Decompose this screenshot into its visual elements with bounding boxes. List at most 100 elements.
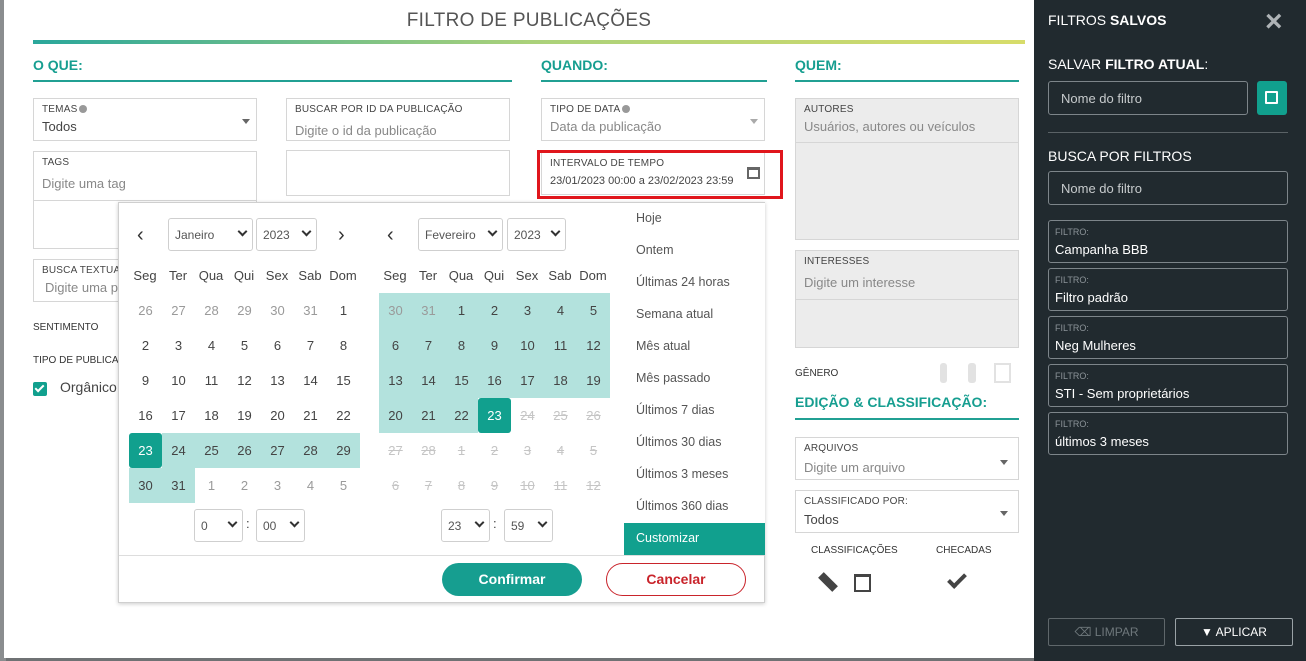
range-option[interactable]: Últimos 7 dias — [624, 395, 765, 427]
day-cell[interactable]: 1 — [445, 293, 478, 328]
prev-month-icon-right[interactable]: ‹ — [387, 225, 394, 245]
day-cell[interactable]: 22 — [445, 398, 478, 433]
day-cell[interactable]: 19 — [228, 398, 261, 433]
day-cell[interactable]: 23 — [129, 433, 162, 468]
day-cell[interactable]: 29 — [228, 293, 261, 328]
day-cell[interactable]: 16 — [478, 363, 511, 398]
day-cell[interactable]: 25 — [544, 398, 577, 433]
organico-checkbox[interactable] — [33, 382, 47, 396]
day-cell[interactable]: 8 — [327, 328, 360, 363]
day-cell[interactable]: 21 — [294, 398, 327, 433]
day-cell[interactable]: 19 — [577, 363, 610, 398]
cancel-button[interactable]: Cancelar — [606, 563, 746, 596]
day-cell[interactable]: 14 — [294, 363, 327, 398]
range-option[interactable]: Semana atual — [624, 299, 765, 331]
day-cell[interactable]: 31 — [412, 293, 445, 328]
day-cell[interactable]: 31 — [294, 293, 327, 328]
help-icon[interactable] — [79, 105, 88, 114]
interesses-input[interactable]: Digite um interesse — [804, 275, 915, 290]
saved-filter-item[interactable]: FILTRO: últimos 3 meses — [1048, 412, 1288, 455]
day-cell[interactable]: 5 — [577, 293, 610, 328]
day-cell[interactable]: 4 — [294, 468, 327, 503]
saved-filter-item[interactable]: FILTRO: Neg Mulheres — [1048, 316, 1288, 359]
arquivos-input[interactable]: Digite um arquivo — [804, 460, 905, 475]
day-cell[interactable]: 24 — [511, 398, 544, 433]
day-cell[interactable]: 9 — [129, 363, 162, 398]
day-cell[interactable]: 25 — [195, 433, 228, 468]
day-cell[interactable]: 16 — [129, 398, 162, 433]
day-cell[interactable]: 10 — [511, 468, 544, 503]
day-cell[interactable]: 17 — [162, 398, 195, 433]
day-cell[interactable]: 2 — [129, 328, 162, 363]
end-hour-select[interactable]: 23 — [441, 509, 490, 542]
day-cell[interactable]: 1 — [445, 433, 478, 468]
day-cell[interactable]: 27 — [162, 293, 195, 328]
day-cell[interactable]: 3 — [511, 293, 544, 328]
day-cell[interactable]: 30 — [379, 293, 412, 328]
right-year-select[interactable]: 2023 — [507, 218, 566, 251]
day-cell[interactable]: 13 — [379, 363, 412, 398]
day-cell[interactable]: 20 — [261, 398, 294, 433]
save-filter-button[interactable] — [1257, 81, 1287, 115]
end-minute-select[interactable]: 59 — [504, 509, 553, 542]
day-cell[interactable]: 1 — [195, 468, 228, 503]
buscar-id-field[interactable]: BUSCAR POR ID DA PUBLICAÇÃO Digite o id … — [286, 98, 510, 141]
day-cell[interactable]: 30 — [261, 293, 294, 328]
day-cell[interactable]: 6 — [379, 328, 412, 363]
day-cell[interactable]: 10 — [162, 363, 195, 398]
range-option[interactable]: Últimos 3 meses — [624, 459, 765, 491]
day-cell[interactable]: 14 — [412, 363, 445, 398]
day-cell[interactable]: 5 — [228, 328, 261, 363]
day-cell[interactable]: 27 — [379, 433, 412, 468]
day-cell[interactable]: 18 — [544, 363, 577, 398]
day-cell[interactable]: 12 — [228, 363, 261, 398]
autores-field[interactable]: AUTORES Usuários, autores ou veículos — [795, 98, 1019, 240]
day-cell[interactable]: 22 — [327, 398, 360, 433]
day-cell[interactable]: 11 — [544, 468, 577, 503]
day-cell[interactable]: 9 — [478, 328, 511, 363]
day-cell[interactable]: 4 — [195, 328, 228, 363]
day-cell[interactable]: 18 — [195, 398, 228, 433]
day-cell[interactable]: 28 — [412, 433, 445, 468]
day-cell[interactable]: 3 — [511, 433, 544, 468]
day-cell[interactable]: 15 — [445, 363, 478, 398]
trash-icon[interactable] — [854, 574, 871, 592]
range-option[interactable]: Mês passado — [624, 363, 765, 395]
start-hour-select[interactable]: 0 — [194, 509, 243, 542]
autores-input[interactable]: Usuários, autores ou veículos — [804, 119, 975, 134]
day-cell[interactable]: 17 — [511, 363, 544, 398]
day-cell[interactable]: 26 — [228, 433, 261, 468]
aplicar-button[interactable]: ▼ APLICAR — [1175, 618, 1293, 646]
day-cell[interactable]: 7 — [412, 468, 445, 503]
day-cell[interactable]: 6 — [261, 328, 294, 363]
day-cell[interactable]: 2 — [478, 433, 511, 468]
confirm-button[interactable]: Confirmar — [442, 563, 582, 596]
day-cell[interactable]: 3 — [162, 328, 195, 363]
day-cell[interactable]: 9 — [478, 468, 511, 503]
day-cell[interactable]: 4 — [544, 433, 577, 468]
filter-name-input[interactable]: Nome do filtro — [1048, 81, 1248, 115]
day-cell[interactable]: 11 — [195, 363, 228, 398]
start-minute-select[interactable]: 00 — [256, 509, 305, 542]
range-option[interactable]: Últimos 30 dias — [624, 427, 765, 459]
day-cell[interactable]: 8 — [445, 468, 478, 503]
day-cell[interactable]: 28 — [195, 293, 228, 328]
day-cell[interactable]: 2 — [478, 293, 511, 328]
saved-filter-item[interactable]: FILTRO: STI - Sem proprietários — [1048, 364, 1288, 407]
day-cell[interactable]: 26 — [577, 398, 610, 433]
range-option[interactable]: Ontem — [624, 235, 765, 267]
range-option[interactable]: Customizar — [624, 523, 765, 555]
prev-month-icon[interactable]: ‹ — [137, 225, 144, 245]
day-cell[interactable]: 20 — [379, 398, 412, 433]
day-cell[interactable]: 30 — [129, 468, 162, 503]
range-option[interactable]: Mês atual — [624, 331, 765, 363]
male-icon[interactable] — [940, 363, 947, 383]
day-cell[interactable]: 26 — [129, 293, 162, 328]
left-month-select[interactable]: Janeiro — [168, 218, 253, 251]
interesses-field[interactable]: INTERESSES Digite um interesse — [795, 250, 1019, 348]
temas-select[interactable]: TEMAS Todos — [33, 98, 257, 141]
next-month-icon[interactable]: › — [338, 225, 345, 245]
pencil-icon[interactable] — [818, 572, 838, 592]
day-cell[interactable]: 8 — [445, 328, 478, 363]
day-cell[interactable]: 29 — [327, 433, 360, 468]
